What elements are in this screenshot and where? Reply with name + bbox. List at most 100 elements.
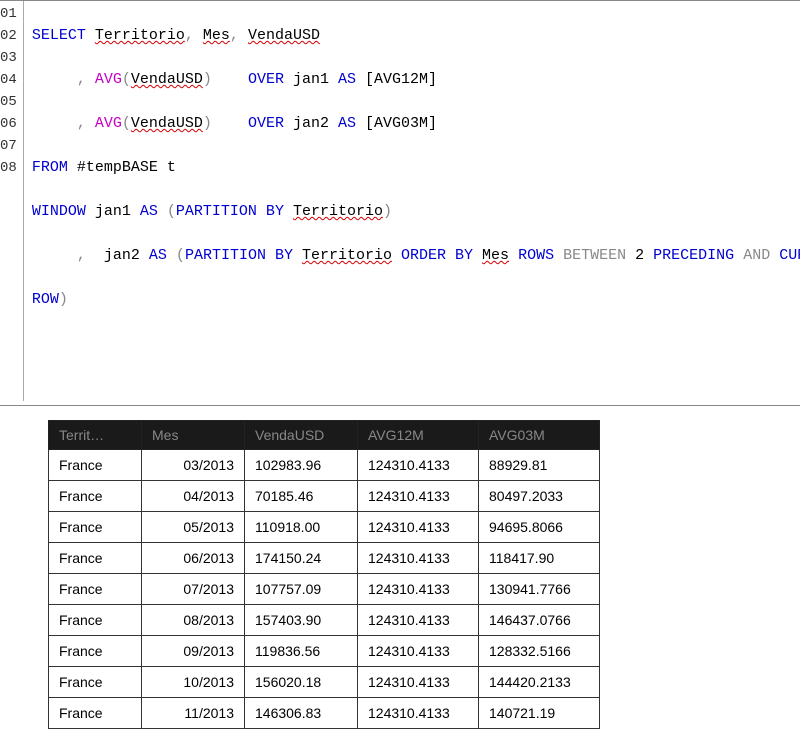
- table-cell: 110918.00: [245, 512, 358, 543]
- kw-and: AND: [743, 247, 770, 264]
- table-cell: 128332.5166: [479, 636, 600, 667]
- table-cell: 102983.96: [245, 450, 358, 481]
- kw-as: AS: [149, 247, 167, 264]
- win-jan1: jan1: [293, 71, 329, 88]
- table-cell: 11/2013: [142, 698, 245, 729]
- table-row[interactable]: France03/2013102983.96124310.413388929.8…: [49, 450, 600, 481]
- col-vendausd: VendaUSD: [248, 27, 320, 44]
- lit-2: 2: [635, 247, 644, 264]
- kw-over: OVER: [248, 115, 284, 132]
- line-number: 03: [0, 47, 17, 69]
- table-cell: 05/2013: [142, 512, 245, 543]
- kw-as: AS: [140, 203, 158, 220]
- line-number: 01: [0, 3, 17, 25]
- table-cell: 124310.4133: [358, 605, 479, 636]
- line-number: 06: [0, 113, 17, 135]
- sql-code[interactable]: SELECT Territorio, Mes, VendaUSD , AVG(V…: [24, 1, 800, 401]
- table-cell: France: [49, 543, 142, 574]
- table-cell: France: [49, 667, 142, 698]
- col-territorio: Territorio: [95, 27, 185, 44]
- table-cell: 144420.2133: [479, 667, 600, 698]
- table-cell: 124310.4133: [358, 698, 479, 729]
- table-cell: France: [49, 574, 142, 605]
- table-row[interactable]: France05/2013110918.00124310.413394695.8…: [49, 512, 600, 543]
- table-cell: 03/2013: [142, 450, 245, 481]
- col-mes: Mes: [203, 27, 230, 44]
- table-cell: France: [49, 512, 142, 543]
- table-cell: France: [49, 698, 142, 729]
- table-cell: 140721.19: [479, 698, 600, 729]
- col-header-vendausd[interactable]: VendaUSD: [245, 421, 358, 450]
- table-row[interactable]: France10/2013156020.18124310.4133144420.…: [49, 667, 600, 698]
- kw-partition-by: PARTITION BY: [185, 247, 293, 264]
- table-cell: 107757.09: [245, 574, 358, 605]
- table-cell: 124310.4133: [358, 543, 479, 574]
- results-table[interactable]: Territ… Mes VendaUSD AVG12M AVG03M Franc…: [48, 420, 600, 729]
- table-cell: 119836.56: [245, 636, 358, 667]
- col-header-territorio[interactable]: Territ…: [49, 421, 142, 450]
- table-cell: 04/2013: [142, 481, 245, 512]
- table-cell: 118417.90: [479, 543, 600, 574]
- table-cell: 146437.0766: [479, 605, 600, 636]
- kw-current: CURRENT: [779, 247, 800, 264]
- table-cell: 10/2013: [142, 667, 245, 698]
- table-cell: France: [49, 450, 142, 481]
- kw-preceding: PRECEDING: [653, 247, 734, 264]
- table-cell: 94695.8066: [479, 512, 600, 543]
- col-header-avg12m[interactable]: AVG12M: [358, 421, 479, 450]
- kw-order-by: ORDER BY: [401, 247, 473, 264]
- table-row[interactable]: France11/2013146306.83124310.4133140721.…: [49, 698, 600, 729]
- fn-avg: AVG: [95, 71, 122, 88]
- kw-window: WINDOW: [32, 203, 86, 220]
- line-number-gutter: 01 02 03 04 05 06 07 08: [0, 1, 24, 401]
- col-header-mes[interactable]: Mes: [142, 421, 245, 450]
- table-cell: France: [49, 636, 142, 667]
- alias-avg03m: [AVG03M]: [365, 115, 437, 132]
- kw-from: FROM: [32, 159, 68, 176]
- kw-partition-by: PARTITION BY: [176, 203, 284, 220]
- kw-between: BETWEEN: [563, 247, 626, 264]
- line-number: 02: [0, 25, 17, 47]
- table-tempbase: #tempBASE t: [77, 159, 176, 176]
- table-row[interactable]: France08/2013157403.90124310.4133146437.…: [49, 605, 600, 636]
- win-jan1: jan1: [95, 203, 131, 220]
- col-header-avg03m[interactable]: AVG03M: [479, 421, 600, 450]
- table-cell: 174150.24: [245, 543, 358, 574]
- table-cell: 70185.46: [245, 481, 358, 512]
- fn-avg: AVG: [95, 115, 122, 132]
- line-number: 05: [0, 91, 17, 113]
- table-cell: 06/2013: [142, 543, 245, 574]
- col-territorio: Territorio: [302, 247, 392, 264]
- table-header-row: Territ… Mes VendaUSD AVG12M AVG03M: [49, 421, 600, 450]
- col-vendausd: VendaUSD: [131, 71, 203, 88]
- table-cell: France: [49, 605, 142, 636]
- kw-as: AS: [338, 71, 356, 88]
- line-number: 04: [0, 69, 17, 91]
- table-cell: 88929.81: [479, 450, 600, 481]
- kw-row: ROW: [32, 291, 59, 308]
- line-number: 07: [0, 135, 17, 157]
- kw-rows: ROWS: [518, 247, 554, 264]
- table-cell: 156020.18: [245, 667, 358, 698]
- table-cell: 07/2013: [142, 574, 245, 605]
- table-cell: 157403.90: [245, 605, 358, 636]
- table-row[interactable]: France07/2013107757.09124310.4133130941.…: [49, 574, 600, 605]
- table-row[interactable]: France04/201370185.46124310.413380497.20…: [49, 481, 600, 512]
- table-cell: 124310.4133: [358, 450, 479, 481]
- table-row[interactable]: France09/2013119836.56124310.4133128332.…: [49, 636, 600, 667]
- alias-avg12m: [AVG12M]: [365, 71, 437, 88]
- table-row[interactable]: France06/2013174150.24124310.4133118417.…: [49, 543, 600, 574]
- table-cell: 124310.4133: [358, 667, 479, 698]
- table-cell: 146306.83: [245, 698, 358, 729]
- results-grid[interactable]: Territ… Mes VendaUSD AVG12M AVG03M Franc…: [0, 406, 800, 729]
- table-cell: 09/2013: [142, 636, 245, 667]
- sql-editor[interactable]: 01 02 03 04 05 06 07 08 SELECT Territori…: [0, 0, 800, 406]
- kw-as: AS: [338, 115, 356, 132]
- table-cell: 124310.4133: [358, 636, 479, 667]
- table-cell: 130941.7766: [479, 574, 600, 605]
- table-cell: France: [49, 481, 142, 512]
- col-territorio: Territorio: [293, 203, 383, 220]
- line-number: 08: [0, 157, 17, 179]
- kw-select: SELECT: [32, 27, 86, 44]
- col-vendausd: VendaUSD: [131, 115, 203, 132]
